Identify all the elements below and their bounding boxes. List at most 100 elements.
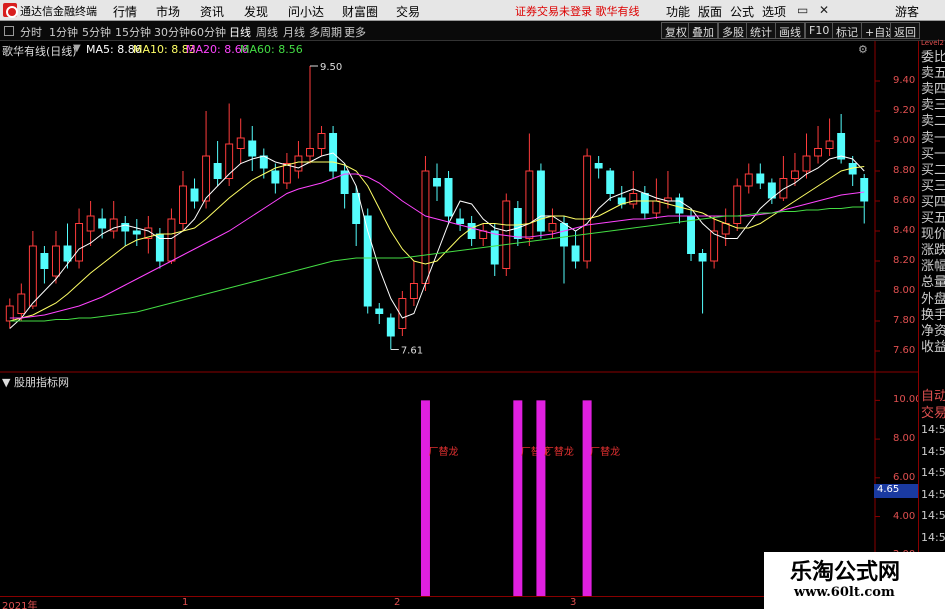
quote-side-panel: Level2 委比 卖五 卖四 卖三 卖二 卖一 买一 买二 买三 买四 买五 现价 涨跌 涨幅 总量 外盘 换手… [918, 39, 945, 609]
menu-quotes[interactable]: 行情 [113, 3, 137, 20]
signal-bar [420, 400, 430, 596]
period-more[interactable]: 更多 [344, 24, 366, 40]
menu-discover[interactable]: 发现 [244, 3, 268, 20]
signal-label: 厂替龙 [590, 445, 620, 458]
chevron-down-icon[interactable]: ▼ [73, 43, 81, 54]
draw-button[interactable]: 画线 [775, 22, 805, 39]
candle [525, 133, 534, 246]
candle [294, 141, 303, 179]
candle-body [814, 148, 823, 157]
date-month-1: 1 [182, 597, 189, 608]
candle-body [652, 200, 661, 214]
adjust-button[interactable]: 复权 [661, 22, 691, 39]
candle [814, 126, 823, 164]
price-panel: 9.50 7.61 [5, 62, 880, 357]
period-30min[interactable]: 30分钟 [154, 24, 190, 40]
period-multi[interactable]: 多周期 [309, 24, 342, 40]
multi-stock-button[interactable]: 多股 [718, 22, 748, 39]
overlay-button[interactable]: 叠加 [688, 22, 718, 39]
candle-body [202, 155, 211, 202]
side-item-label[interactable]: 交易 [921, 402, 945, 421]
period-5min[interactable]: 5分钟 [82, 24, 111, 40]
watermark-url: www.60lt.com [794, 585, 895, 600]
price-tick-label: 9.40 [893, 75, 916, 86]
candle-body [86, 215, 95, 232]
candle-body [329, 133, 338, 172]
f10-button[interactable]: F10 [805, 22, 834, 39]
menu-news[interactable]: 资讯 [200, 3, 224, 20]
candle-body [75, 223, 84, 262]
period-day[interactable]: 日线 [229, 24, 251, 40]
period-60min[interactable]: 60分钟 [190, 24, 226, 40]
high-mark-label: 9.50 [320, 62, 342, 73]
menu-functions[interactable]: 功能 [666, 3, 690, 20]
trade-login-notice: 证券交易未登录 歌华有线 [515, 5, 640, 18]
user-label[interactable]: 游客 [895, 3, 919, 20]
candle-body [386, 317, 395, 337]
chart-title: 歌华有线(日线) [2, 45, 77, 58]
candle [733, 178, 742, 231]
price-tick-label: 8.40 [893, 225, 916, 236]
date-month-3: 3 [570, 597, 577, 608]
candle [490, 223, 499, 276]
layout-toggle-icon[interactable] [4, 26, 14, 36]
menu-wealth[interactable]: 财富圈 [342, 3, 378, 20]
candle-body [51, 245, 60, 277]
ma60-label: MA60: 8.56 [240, 43, 303, 56]
candle [28, 231, 37, 309]
candle-body [352, 193, 361, 224]
menu-trade[interactable]: 交易 [396, 3, 420, 20]
candle [779, 156, 788, 201]
trade-time: 14:56 [921, 509, 945, 522]
ma60-line [9, 206, 865, 322]
menu-options[interactable]: 选项 [762, 3, 786, 20]
candle-body [606, 170, 615, 194]
price-tick-label: 8.20 [893, 255, 916, 266]
period-tick[interactable]: 分时 [20, 24, 42, 40]
candle [756, 163, 765, 189]
candle-body [248, 140, 257, 157]
candle [75, 208, 84, 269]
candle-body [456, 218, 465, 224]
period-week[interactable]: 周线 [256, 24, 278, 40]
back-button[interactable]: 返回 [890, 22, 920, 39]
period-1min[interactable]: 1分钟 [49, 24, 78, 40]
candle [329, 126, 338, 179]
candle [282, 153, 291, 189]
candle [467, 216, 476, 246]
menu-market[interactable]: 市场 [156, 3, 180, 20]
trade-time: 14:56 [921, 530, 945, 544]
candle-body [513, 208, 522, 239]
candle-body [433, 178, 441, 187]
candle-body [525, 170, 534, 239]
menu-formula[interactable]: 公式 [730, 3, 754, 20]
candle-body [271, 170, 280, 184]
period-15min[interactable]: 15分钟 [115, 24, 151, 40]
price-tick-label: 8.60 [893, 195, 916, 206]
menu-ask[interactable]: 问小达 [288, 3, 324, 20]
candle [86, 201, 95, 246]
close-window-icon[interactable]: ✕ [819, 3, 829, 17]
candle [179, 171, 187, 231]
candle [710, 216, 719, 269]
candle-body [560, 223, 568, 247]
candle [848, 156, 857, 186]
mark-button[interactable]: 标记 [832, 22, 862, 39]
signal-label: 厂替龙 [544, 445, 574, 458]
watermark: 乐淘公式网 www.60lt.com [764, 552, 945, 609]
candle [248, 126, 257, 171]
chevron-down-icon[interactable]: ▼ [2, 376, 14, 389]
indicator-tick-label: 4.00 [893, 510, 916, 522]
period-month[interactable]: 月线 [283, 24, 305, 40]
panel-settings-icon[interactable]: ⚙ [858, 43, 868, 56]
candle-body [317, 133, 326, 149]
stats-button[interactable]: 统计 [746, 22, 776, 39]
candle-body [190, 188, 199, 202]
kline-chart[interactable]: 9.507.61 厂替龙 厂替龙厂替龙 厂替龙 [0, 41, 918, 596]
candle [444, 171, 453, 224]
candle [202, 111, 211, 209]
candle-body [744, 173, 753, 187]
restore-icon[interactable]: ▭ [797, 3, 808, 17]
candle-body [179, 185, 187, 224]
menu-layout[interactable]: 版面 [698, 3, 722, 20]
